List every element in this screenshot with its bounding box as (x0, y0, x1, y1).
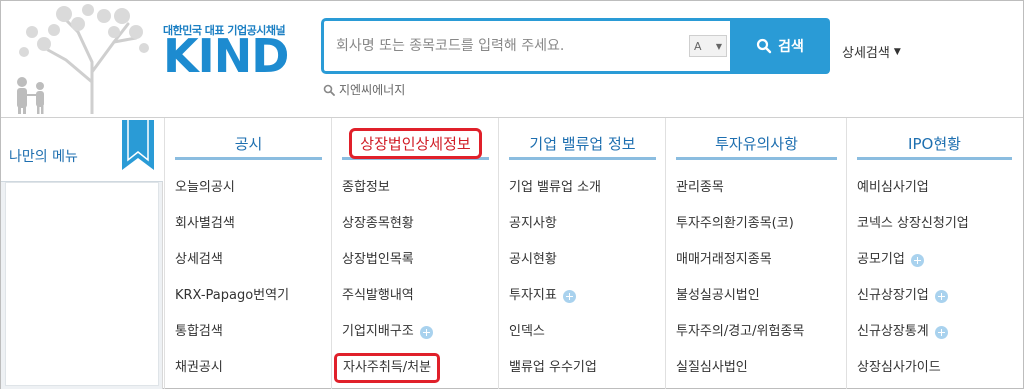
search-type-label: A (694, 39, 702, 53)
menu-item[interactable]: 공모기업 (857, 242, 969, 278)
search-type-select[interactable]: A ▼ (689, 35, 727, 57)
column-title[interactable]: 기업 밸류업 정보 (509, 130, 656, 160)
column-title[interactable]: IPO현황 (857, 130, 1012, 160)
menu-item[interactable]: KRX-Papago번역기 (175, 278, 289, 314)
caret-down-icon: ▼ (893, 46, 901, 57)
menu-item[interactable]: 밸류업 우수기업 (509, 350, 601, 386)
recent-keyword-label: 지엔씨에너지 (339, 83, 406, 97)
recent-keyword[interactable]: 지엔씨에너지 (323, 81, 405, 98)
menu-item[interactable]: 코넥스 상장신청기업 (857, 206, 969, 242)
menu-item[interactable]: 자사주취득/처분 (334, 350, 441, 386)
menu-item[interactable]: 신규상장통계 (857, 314, 969, 350)
menu-column-ipo: IPO현황 예비심사기업 코넥스 상장신청기업 공모기업 신규상장기업 신규상장… (846, 118, 1023, 389)
tree-illustration (17, 4, 149, 114)
column-title[interactable]: 상장법인상세정보 (342, 128, 489, 160)
menu-item[interactable]: 상장심사가이드 (857, 350, 969, 386)
search-icon (757, 38, 772, 54)
menu-item[interactable]: 오늘의공시 (175, 170, 289, 206)
menu-item[interactable]: 신규상장기업 (857, 278, 969, 314)
my-menu-list (5, 182, 159, 386)
menu-item[interactable]: 상세검색 (175, 242, 289, 278)
bookmark-icon[interactable] (121, 120, 155, 172)
my-menu-panel: 나만의 메뉴 (1, 118, 163, 389)
menu-item[interactable]: 회사별검색 (175, 206, 289, 242)
menu-item[interactable]: 상장법인목록 (342, 242, 440, 278)
menu-item[interactable]: 인덱스 (509, 314, 601, 350)
menu-item[interactable]: 공시현황 (509, 242, 601, 278)
menu-item[interactable]: 불성실공시법인 (676, 278, 804, 314)
chevron-down-icon: ▼ (715, 41, 722, 51)
menu-item[interactable]: 관리종목 (676, 170, 804, 206)
menu-item[interactable]: 기업 밸류업 소개 (509, 170, 601, 206)
menu-item[interactable]: 채권공시 (175, 350, 289, 386)
menu-item[interactable]: 투자주의/경고/위험종목 (676, 314, 804, 350)
column-title[interactable]: 공시 (175, 130, 322, 160)
mega-menu: 나만의 메뉴 공시 오늘의공시 회사별검색 상세검색 KRX-Papago번역기… (1, 117, 1023, 389)
search-input[interactable] (336, 21, 686, 71)
menu-column-valueup: 기업 밸류업 정보 기업 밸류업 소개 공지사항 공시현황 투자지표 인덱스 밸… (498, 118, 665, 389)
column-title[interactable]: 투자유의사항 (676, 130, 837, 160)
menu-item[interactable]: 투자지표 (509, 278, 601, 314)
menu-item[interactable]: 상장종목현황 (342, 206, 440, 242)
search-button-label: 검색 (778, 39, 804, 55)
menu-item[interactable]: 투자주의환기종목(코) (676, 206, 804, 242)
plus-circle-icon[interactable] (934, 289, 948, 303)
menu-item[interactable]: 실질심사법인 (676, 350, 804, 386)
search-icon (323, 84, 335, 96)
logo-wordmark: KIND (163, 29, 289, 83)
menu-item[interactable]: 통합검색 (175, 314, 289, 350)
advanced-search-label: 상세검색 (842, 46, 890, 61)
plus-circle-icon[interactable] (934, 325, 948, 339)
advanced-search-link[interactable]: 상세검색 ▼ (842, 42, 901, 61)
menu-column-investment-caution: 투자유의사항 관리종목 투자주의환기종목(코) 매매거래정지종목 불성실공시법인… (665, 118, 846, 389)
menu-item[interactable]: 매매거래정지종목 (676, 242, 804, 278)
plus-circle-icon[interactable] (419, 325, 433, 339)
search-button[interactable]: 검색 (730, 18, 830, 74)
plus-circle-icon[interactable] (562, 289, 576, 303)
menu-item[interactable]: 종합정보 (342, 170, 440, 206)
search-bar: A ▼ 검색 (321, 18, 830, 74)
menu-column-listed-company: 상장법인상세정보 종합정보 상장종목현황 상장법인목록 주식발행내역 기업지배구… (331, 118, 498, 389)
menu-item[interactable]: 주식발행내역 (342, 278, 440, 314)
menu-item[interactable]: 기업지배구조 (342, 314, 440, 350)
menu-column-disclosure: 공시 오늘의공시 회사별검색 상세검색 KRX-Papago번역기 통합검색 채… (164, 118, 331, 389)
my-menu-title: 나만의 메뉴 (9, 149, 78, 165)
plus-circle-icon[interactable] (910, 253, 924, 267)
menu-item[interactable]: 공지사항 (509, 206, 601, 242)
my-menu-header: 나만의 메뉴 (1, 118, 163, 182)
menu-item[interactable]: 예비심사기업 (857, 170, 969, 206)
